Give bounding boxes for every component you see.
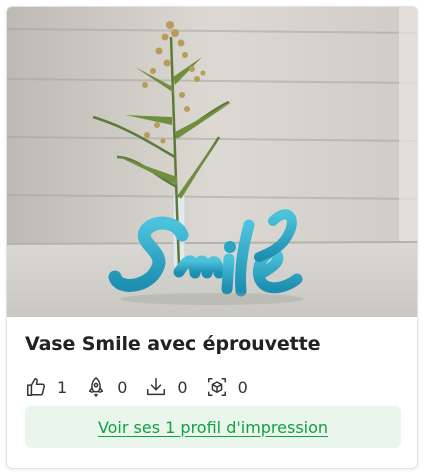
model-card: Vase Smile avec éprouvette 1 0 0 0 Voir … [6,6,418,469]
model-title[interactable]: Vase Smile avec éprouvette [25,333,405,355]
thumbs-up-icon [27,378,45,396]
print-profiles-link[interactable]: Voir ses 1 profil d'impression [98,418,328,437]
stat-downloads[interactable]: 0 [145,376,188,398]
cube-icon [207,378,226,396]
model-thumbnail[interactable] [7,7,417,317]
print-profiles-button[interactable]: Voir ses 1 profil d'impression [25,406,401,448]
prints-count: 0 [237,377,248,397]
model-stats: 1 0 0 0 [25,375,266,399]
vase-photo-image [7,7,417,317]
stat-prints[interactable]: 0 [206,376,248,398]
stat-boosts[interactable]: 0 [85,376,127,398]
rocket-icon [89,377,104,397]
downloads-count: 0 [177,377,188,397]
likes-count: 1 [57,377,68,397]
download-icon [147,378,166,396]
stat-likes[interactable]: 1 [25,376,67,398]
boosts-count: 0 [117,377,128,397]
